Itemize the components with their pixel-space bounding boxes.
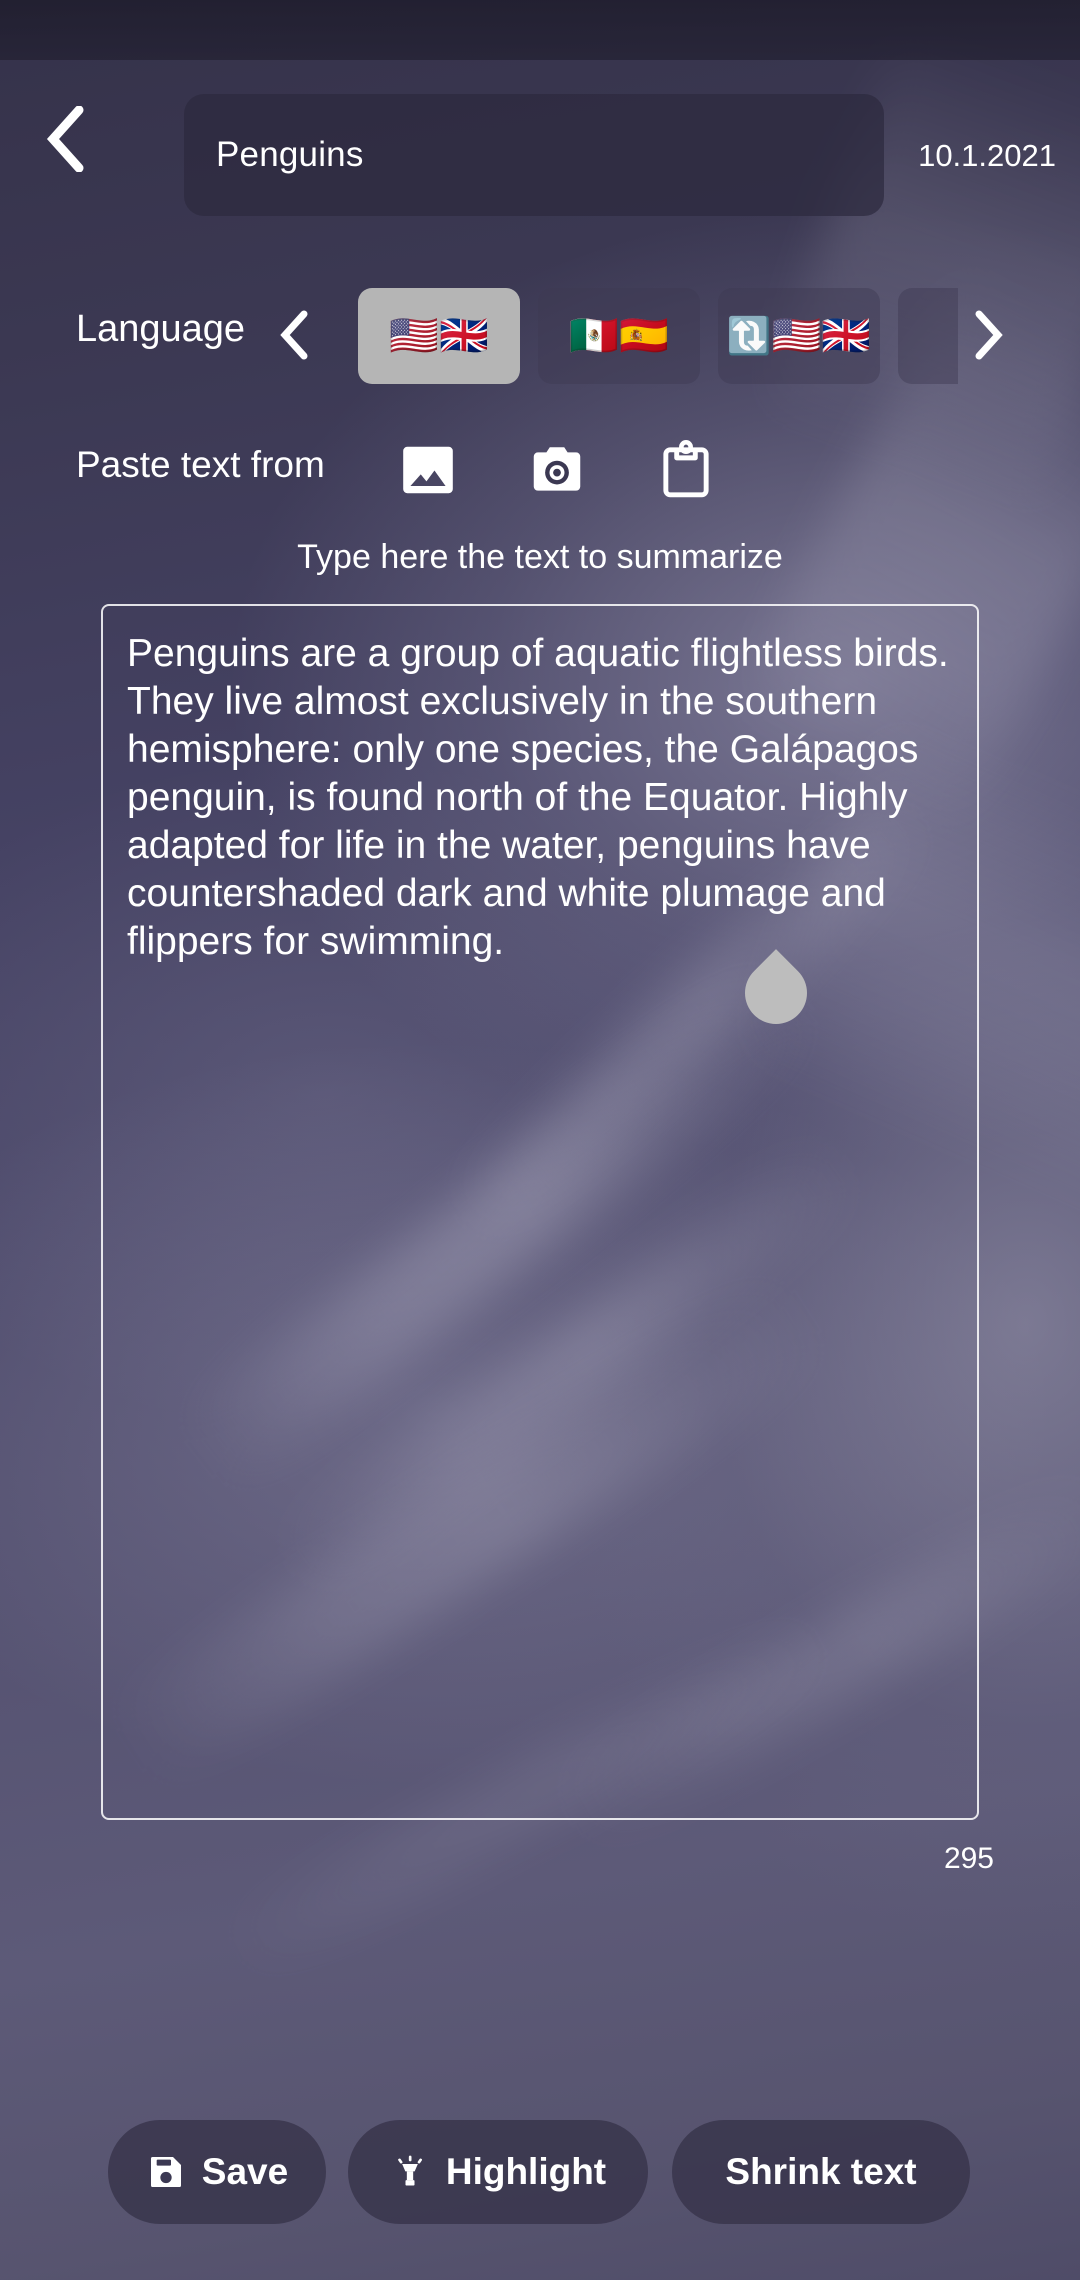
paste-source-row: Paste text from: [0, 430, 1080, 514]
language-selector: Language 🇺🇸 🇬🇧 🇲🇽 🇪🇸 🔃 🇺🇸 🇬🇧: [0, 282, 1080, 390]
language-chip-list: 🇺🇸 🇬🇧 🇲🇽 🇪🇸 🔃 🇺🇸 🇬🇧: [358, 282, 958, 390]
camera-icon: [526, 439, 588, 506]
clipboard-icon: [655, 439, 717, 506]
language-chip-en-us-uk[interactable]: 🇺🇸 🇬🇧: [358, 288, 520, 384]
floppy-disk-icon: [146, 2152, 186, 2192]
language-chip-auto-en[interactable]: 🔃 🇺🇸 🇬🇧: [718, 288, 880, 384]
shrink-text-button[interactable]: Shrink text: [672, 2120, 970, 2224]
highlight-button[interactable]: Highlight: [348, 2120, 648, 2224]
chevron-right-icon: [973, 310, 1003, 365]
language-next-button[interactable]: [960, 304, 1016, 370]
editor-prompt-label: Type here the text to summarize: [297, 538, 783, 576]
flag-pair-us-uk: 🇺🇸 🇬🇧: [389, 314, 489, 358]
header: Penguins 10.1.2021: [0, 60, 1080, 220]
date-label: 10.1.2021: [918, 138, 1056, 173]
language-label: Language: [76, 308, 246, 350]
language-prev-button[interactable]: [266, 304, 322, 370]
language-chip-mx-es[interactable]: 🇲🇽 🇪🇸: [538, 288, 700, 384]
flag-pair-auto-us-uk: 🔃 🇺🇸 🇬🇧: [726, 314, 872, 358]
flag-pair-mx-es: 🇲🇽 🇪🇸: [569, 314, 669, 358]
character-count-label: 295: [943, 1842, 994, 1875]
image-icon: [397, 439, 459, 506]
highlight-button-label: Highlight: [445, 2151, 607, 2192]
summary-text-value: Penguins are a group of aquatic flightle…: [127, 632, 959, 963]
paste-label: Paste text from: [76, 444, 325, 485]
highlighter-icon: [390, 2152, 430, 2192]
title-input[interactable]: Penguins: [184, 94, 884, 216]
chevron-left-icon: [45, 106, 85, 172]
chevron-left-icon: [279, 310, 309, 365]
paste-from-camera-button[interactable]: [515, 430, 599, 514]
summary-text-input[interactable]: Penguins are a group of aquatic flightle…: [101, 604, 979, 1820]
action-bar: Save Highlight Shrink text: [0, 2120, 1080, 2224]
title-value: Penguins: [216, 135, 364, 174]
save-button-label: Save: [201, 2151, 289, 2192]
save-button[interactable]: Save: [108, 2120, 326, 2224]
shrink-text-button-label: Shrink text: [725, 2151, 917, 2192]
paste-from-clipboard-button[interactable]: [644, 430, 728, 514]
paste-from-image-button[interactable]: [386, 430, 470, 514]
language-chip-next-partial[interactable]: [898, 288, 958, 384]
back-button[interactable]: [22, 96, 108, 182]
